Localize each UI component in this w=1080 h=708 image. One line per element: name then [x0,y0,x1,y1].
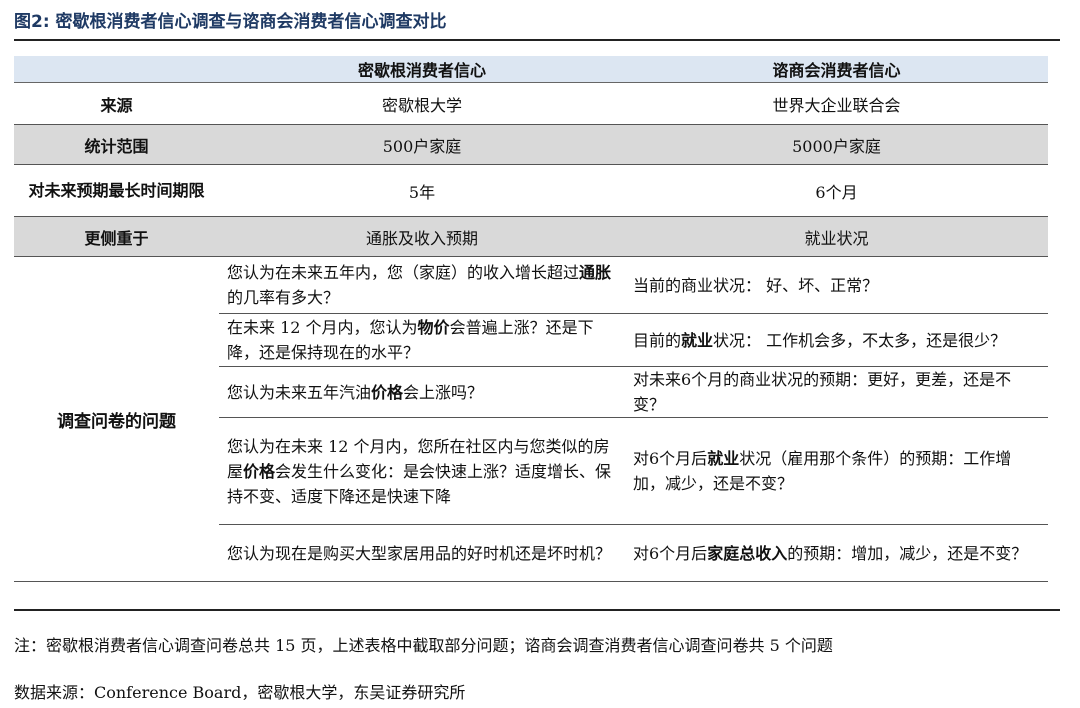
question-keyword: 就业 [681,330,714,350]
table-header-row: 密歇根消费者信心 谘商会消费者信心 [14,56,1048,83]
michigan-cell: 通胀及收入预期 [219,216,625,257]
footnote: 注：密歇根消费者信心调查问卷总共 15 页，上述表格中截取部分问题；谘商会调查消… [14,636,833,655]
michigan-question: 您认为在未来 12 个月内，您所在社区内与您类似的房屋价格会发生什么变化：是会快… [219,417,625,525]
table-row: 对未来预期最长时间期限 5年 6个月 [14,164,1048,217]
conference-cell: 5000户家庭 [625,124,1048,165]
comparison-table: 密歇根消费者信心 谘商会消费者信心 来源 密歇根大学 世界大企业联合会 统计范围… [14,56,1048,582]
michigan-cell: 密歇根大学 [219,82,625,125]
question-text: 您认为未来五年汽油 [227,382,372,402]
michigan-question: 在未来 12 个月内，您认为物价会普遍上涨？还是下降，还是保持现在的水平？ [219,313,625,367]
question-text: 的几率有多大？ [227,288,340,307]
question-text: 会上涨吗？ [403,382,484,402]
top-rule [14,39,1060,41]
question-keyword: 物价 [417,318,450,337]
figure-title: 图2: 密歇根消费者信心调查与谘商会消费者信心调查对比 [14,12,447,32]
question-text: 目前的 [633,330,682,350]
header-conference: 谘商会消费者信心 [625,56,1048,83]
question-text: 对6个月后 [633,449,708,468]
question-text: 对6个月后 [633,543,708,563]
question-text: 对未来6个月的商业状况的预期：更好，更差，还是不变？ [633,370,1012,414]
question-keyword: 就业 [707,449,740,468]
question-text: 状况： 工作机会多，不太多，还是很少？ [713,330,1007,350]
conference-question: 对6个月后就业状况（雇用那个条件）的预期：工作增加，减少，还是不变？ [625,417,1048,525]
conference-cell: 世界大企业联合会 [625,82,1048,125]
conference-question: 目前的就业状况： 工作机会多，不太多，还是很少？ [625,313,1048,367]
question-text: 您认为现在是购买大型家居用品的好时机还是坏时机？ [227,543,612,563]
questions-label: 调查问卷的问题 [14,256,219,582]
question-keyword: 价格 [371,382,404,402]
michigan-cell: 500户家庭 [219,124,625,165]
question-keyword: 通胀 [579,263,612,282]
question-keyword: 家庭总收入 [707,543,788,563]
row-label: 对未来预期最长时间期限 [14,164,219,217]
data-source: 数据来源：Conference Board，密歇根大学，东吴证券研究所 [14,683,466,702]
header-michigan: 密歇根消费者信心 [219,56,625,83]
michigan-question: 您认为现在是购买大型家居用品的好时机还是坏时机？ [219,524,625,582]
row-label: 来源 [14,82,219,125]
header-empty [14,56,219,83]
page: 图2: 密歇根消费者信心调查与谘商会消费者信心调查对比 密歇根消费者信心 谘商会… [0,0,1080,708]
bottom-rule [14,609,1060,611]
michigan-cell: 5年 [219,164,625,217]
row-label: 统计范围 [14,124,219,165]
question-text: 您认为在未来五年内，您（家庭）的收入增长超过 [227,263,580,282]
question-text: 会发生什么变化：是会快速上涨？适度增长、保持不变、适度下降还是快速下降 [227,461,612,506]
table-row: 来源 密歇根大学 世界大企业联合会 [14,82,1048,125]
conference-question: 对6个月后家庭总收入的预期：增加，减少，还是不变？ [625,524,1048,582]
question-text: 在未来 12 个月内，您认为 [227,318,418,337]
row-label: 更侧重于 [14,216,219,257]
question-text: 的预期：增加，减少，还是不变？ [787,543,1028,563]
question-keyword: 价格 [243,461,276,481]
conference-cell: 就业状况 [625,216,1048,257]
question-row: 调查问卷的问题 您认为在未来五年内，您（家庭）的收入增长超过通胀的几率有多大？ … [14,256,1048,582]
table-row: 统计范围 500户家庭 5000户家庭 [14,124,1048,165]
michigan-question: 您认为未来五年汽油价格会上涨吗？ [219,366,625,418]
conference-question: 当前的商业状况： 好、坏、正常？ [625,256,1048,314]
conference-cell: 6个月 [625,164,1048,217]
michigan-question: 您认为在未来五年内，您（家庭）的收入增长超过通胀的几率有多大？ [219,256,625,314]
question-text: 当前的商业状况： 好、坏、正常？ [633,275,879,295]
table-row: 更侧重于 通胀及收入预期 就业状况 [14,216,1048,257]
conference-question: 对未来6个月的商业状况的预期：更好，更差，还是不变？ [625,366,1048,418]
